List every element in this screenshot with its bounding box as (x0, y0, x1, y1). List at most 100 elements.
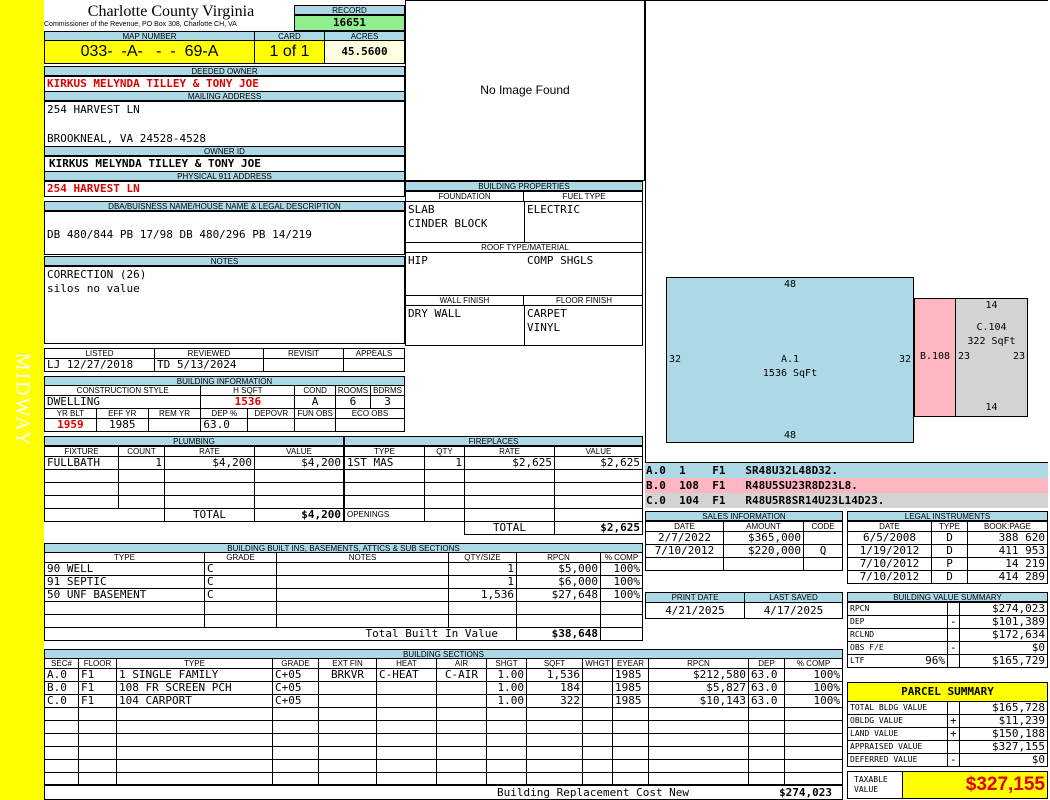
foundation-1: SLAB (408, 203, 435, 216)
bin-qty: 1 (448, 562, 517, 576)
li-type: D (931, 570, 968, 584)
sec-floor: F1 (78, 668, 117, 682)
sketch-a-area: 1536 SqFt (762, 368, 818, 379)
sketch-a-bottom-dim: 48 (783, 430, 797, 441)
building-sections-table: SEC# FLOOR TYPE GRADE EXT FIN HEAT AIR SHGT SQFT… (44, 658, 843, 786)
parcel-value: $150,188 (959, 727, 1048, 741)
sec-h-sec: SEC# (44, 658, 79, 669)
sec-ext (318, 681, 377, 695)
parcel-sign: + (947, 714, 960, 728)
bin-comp: 100% (600, 588, 643, 602)
sec-air (436, 694, 487, 708)
plumb-h-fixture: FIXTURE (44, 446, 119, 457)
mailing-address-label: MAILING ADDRESS (44, 91, 405, 101)
legal-description-box: DB 480/844 PB 17/98 DB 480/296 PB 14/219 (44, 211, 405, 255)
acres-value: 45.5600 (324, 40, 405, 64)
bvs-key: OBS F/E (847, 641, 948, 655)
parcel-summary-label: PARCEL SUMMARY (847, 682, 1048, 702)
table-row: DEFERRED VALUE - $0 (847, 753, 1048, 767)
li-type: P (931, 557, 968, 571)
li-bookpage: 14 219 (967, 557, 1048, 571)
record-label: RECORD (294, 5, 405, 15)
bin-h-grade: GRADE (204, 552, 277, 563)
sec-floor: F1 (78, 694, 117, 708)
wall-finish: DRY WALL (408, 307, 461, 320)
sales-h-amount: AMOUNT (723, 521, 804, 532)
bin-type: 90 WELL (44, 562, 205, 576)
traverse-row: A.0 1 F1 SR48U32L48D32. (645, 463, 1048, 478)
sketch-section-b: B.108 (914, 298, 956, 417)
parcel-value: $165,728 (959, 701, 1048, 715)
foundation-2: CINDER BLOCK (408, 217, 488, 230)
print-dates-table: PRINT DATE LAST SAVED 4/21/2025 4/17/2025 (645, 592, 843, 619)
card-number: 1 of 1 (254, 40, 325, 64)
sec-grade: C+05 (272, 668, 319, 682)
sec-eyear: 1985 (612, 694, 649, 708)
bedrooms: 3 (370, 395, 405, 409)
fp-total-label: TOTAL (464, 521, 555, 535)
sec-h-air: AIR (436, 658, 487, 669)
fuel-type: ELECTRIC (527, 203, 580, 216)
legal-instruments-table: DATE TYPE BOOK:PAGE 6/5/2008 D 388 620 1/19/… (847, 521, 1048, 584)
plumb-fixture: FULLBATH (44, 456, 119, 470)
building-value-summary: RPCN $274,023 DEP - $101,389 RCLND $172,634 … (847, 602, 1048, 668)
sale-date: 2/7/2022 (645, 531, 724, 545)
sec-air: C-AIR (436, 668, 487, 682)
no-image-text: No Image Found (480, 83, 570, 97)
sec-whgt (582, 681, 613, 695)
built-ins-table: TYPE GRADE NOTES QTY/SIZE RPCN% COMP 90 WELL… (44, 552, 643, 641)
sec-sec: C.0 (44, 694, 79, 708)
sec-ext (318, 694, 377, 708)
sec-h-comp: % COMP (784, 658, 843, 669)
notes-box: CORRECTION (26) silos no value (44, 266, 405, 344)
table-row: B.0 F1 108 FR SCREEN PCH C+05 1.00 184 1985 $5,… (44, 681, 843, 695)
sec-floor: F1 (78, 681, 117, 695)
li-type: D (931, 544, 968, 558)
heated-sqft: 1536 (200, 395, 296, 409)
sketch-a-label: A.1 (780, 354, 800, 365)
effective-year: 1985 (95, 418, 149, 432)
sec-sqft: 184 (526, 681, 583, 695)
sec-shgt: 1.00 (486, 694, 527, 708)
bin-comp: 100% (600, 575, 643, 589)
bin-h-qty: QTY/SIZE (448, 552, 517, 563)
sec-heat: C-HEAT (376, 668, 437, 682)
bi-h-style: CONSTRUCTION STYLE (44, 385, 202, 396)
legal-instruments-label: LEGAL INSTRUMENTS (847, 511, 1048, 521)
sales-table: DATE AMOUNT CODE 2/7/2022 $365,000 7/10/201… (645, 521, 843, 571)
floor-finish-2: VINYL (527, 321, 561, 334)
legal-description: DB 480/844 PB 17/98 DB 480/296 PB 14/219 (47, 228, 312, 241)
bin-rpcn: $27,648 (516, 588, 601, 602)
notes-line-2: silos no value (47, 282, 140, 295)
bin-h-type: TYPE (44, 552, 205, 563)
owner-id: KIRKUS MELYNDA TILLEY & TONY JOE (44, 156, 405, 172)
sec-rpcn: $212,580 (648, 668, 749, 682)
bvs-value: $0 (959, 641, 1048, 655)
construction-style: DWELLING (44, 395, 202, 409)
plumb-total: $4,200 (254, 508, 344, 522)
district-label: MIDWAY (11, 352, 34, 448)
table-row: 91 SEPTIC C 1 $6,000 100% (44, 575, 643, 589)
sec-dep: 63.0 (748, 694, 785, 708)
commissioner-address: Commissioner of the Revenue, PO Box 308,… (44, 21, 237, 28)
fp-h-qty: QTY (424, 446, 465, 457)
sec-eyear: 1985 (612, 668, 649, 682)
table-row: 7/10/2012 P 14 219 (847, 557, 1048, 571)
fp-h-rate: RATE (464, 446, 555, 457)
bi-h-rooms: ROOMS (334, 385, 372, 396)
sec-shgt: 1.00 (486, 668, 527, 682)
sec-rpcn: $5,827 (648, 681, 749, 695)
sec-dep: 63.0 (748, 668, 785, 682)
taxable-label-box: TAXABLE VALUE (847, 771, 903, 799)
table-row: RCLND $172,634 (847, 628, 1048, 642)
year-built: 1959 (44, 418, 97, 432)
map-number: 033- -A- - - 69-A (44, 40, 255, 64)
sidebar: MIDWAY (0, 0, 44, 800)
plumb-rate: $4,200 (164, 456, 255, 470)
traverse-row: C.0 104 F1 R48U5R8SR14U23L14D23. (645, 493, 1048, 508)
sec-whgt (582, 694, 613, 708)
table-row: 2/7/2022 $365,000 (645, 531, 843, 545)
li-h-date: DATE (847, 521, 932, 532)
bin-h-rpcn: RPCN (516, 552, 601, 563)
bvs-key: DEP (847, 615, 948, 629)
